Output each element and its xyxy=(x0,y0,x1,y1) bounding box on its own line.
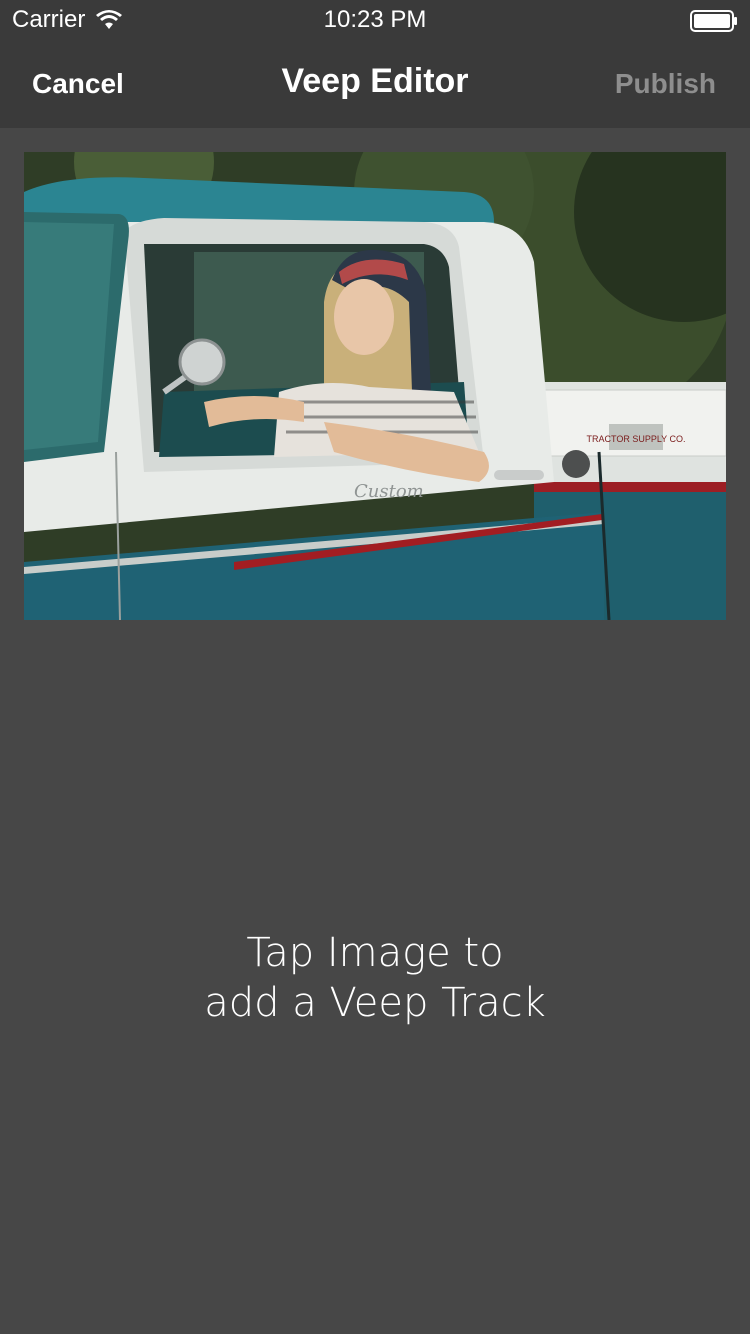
cancel-button[interactable]: Cancel xyxy=(32,68,124,100)
status-time: 10:23 PM xyxy=(323,6,427,33)
navigation-bar: Cancel Veep Editor Publish xyxy=(0,40,750,128)
toolbox-emblem: TRACTOR SUPPLY CO. xyxy=(586,434,685,444)
editable-image[interactable]: TRACTOR SUPPLY CO. Custom xyxy=(24,152,726,620)
battery-icon xyxy=(690,10,737,32)
status-bar: Carrier 10:23 PM xyxy=(0,0,750,40)
hint-line-2: add a Veep Track xyxy=(204,980,546,1026)
publish-button[interactable]: Publish xyxy=(615,68,716,100)
custom-script-badge: Custom xyxy=(354,481,424,502)
hint-line-1: Tap Image to xyxy=(246,930,504,976)
add-track-hint: Tap Image to add a Veep Track xyxy=(0,928,750,1028)
photo-truck-woman-illustration: TRACTOR SUPPLY CO. Custom xyxy=(24,152,726,620)
